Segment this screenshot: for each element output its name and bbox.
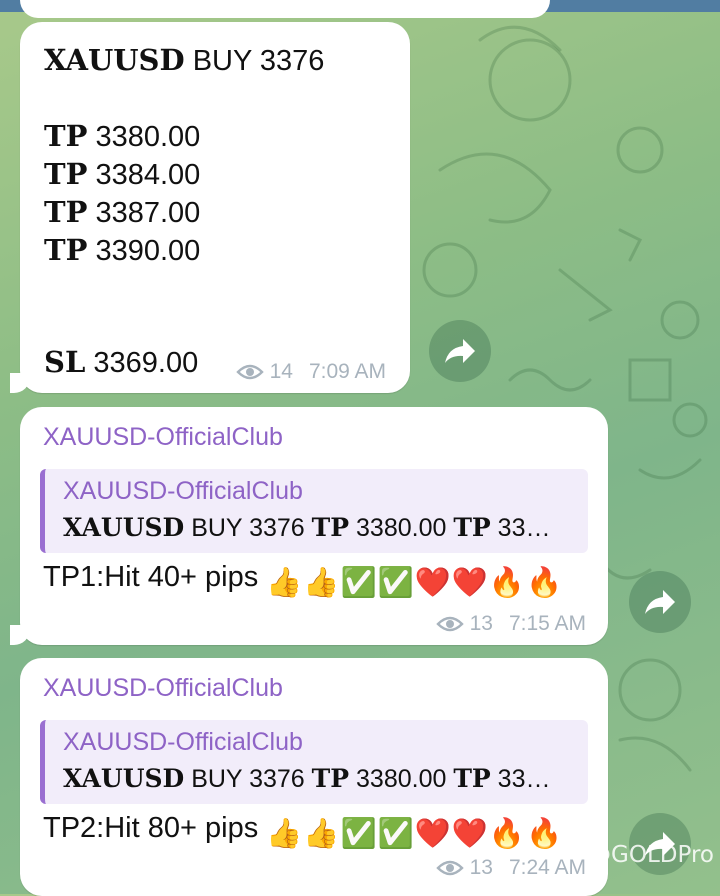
bubble-tail [10,373,30,393]
take-profit-line: TP 3387.00 [44,193,200,232]
quoted-segment: BUY 3376 [184,765,312,793]
quoted-message[interactable]: XAUUSD-OfficialClub XAUUSD BUY 3376 TP 3… [40,469,588,553]
quoted-segment: 33… [490,514,551,542]
tp-label: TP [44,233,88,267]
forward-button[interactable] [629,571,691,633]
quoted-sender: XAUUSD-OfficialClub [63,477,303,505]
check-mark-emoji: ✅ [340,567,377,599]
bubble-tail [10,625,30,645]
stop-loss-line: SL 3369.00 [44,343,198,382]
check-mark-emoji: ✅ [377,567,414,599]
quoted-segment: 3380.00 [349,765,454,793]
quoted-bold: TP [453,513,491,542]
message-meta: 14 7:09 AM [235,360,386,384]
sender-name[interactable]: XAUUSD-OfficialClub [43,674,283,703]
view-count: 13 [469,856,493,879]
view-count: 14 [269,360,293,383]
watermark: @GOLDPro [588,842,714,868]
red-heart-emoji: ❤️ [414,818,451,850]
red-heart-emoji: ❤️ [414,567,451,599]
forward-button[interactable] [429,320,491,382]
tp-value: 3390.00 [95,235,201,267]
fire-emoji: 🔥 [488,567,526,599]
message-text: TP2:Hit 80+ pips 👍👍✅✅❤️❤️🔥🔥 [43,808,583,854]
sl-label: SL [44,345,86,379]
take-profit-line: TP 3384.00 [44,155,200,194]
tp-value: 3384.00 [95,159,201,191]
hit-text: TP2:Hit 80+ pips [43,812,267,844]
quoted-text: XAUUSD BUY 3376 TP 3380.00 TP 33… [63,513,578,543]
quoted-bold: XAUUSD [63,513,185,542]
signal-title: XAUUSD BUY 3376 [44,41,324,80]
quoted-bold: TP [311,764,350,793]
thumbs-up-emoji: 👍 [303,567,340,599]
sl-value: 3369.00 [93,347,199,379]
eye-icon [235,364,264,380]
tp-value: 3380.00 [95,121,201,153]
thumbs-up-emoji: 👍 [303,818,340,850]
quoted-sender: XAUUSD-OfficialClub [63,728,303,756]
quoted-segment: 3380.00 [349,514,454,542]
fire-emoji: 🔥 [526,567,563,599]
quoted-bold: TP [311,513,350,542]
check-mark-emoji: ✅ [340,818,377,850]
quoted-bold: TP [453,764,491,793]
red-heart-emoji: ❤️ [451,567,488,599]
tp-label: TP [44,119,88,153]
view-count: 13 [469,612,493,635]
fire-emoji: 🔥 [526,818,563,850]
message-meta: 13 7:24 AM [435,856,586,880]
quoted-segment: 33… [490,765,551,793]
signal-direction-price: BUY 3376 [184,45,325,77]
message-meta: 13 7:15 AM [435,612,586,636]
take-profit-line: TP 3390.00 [44,231,200,270]
thumbs-up-emoji: 👍 [266,567,303,599]
message-time: 7:24 AM [508,856,586,879]
take-profit-line: TP 3380.00 [44,117,200,156]
forward-arrow-icon [445,339,475,363]
signal-message-bubble[interactable]: XAUUSD BUY 3376 TP 3380.00 TP 3384.00 TP… [10,22,410,393]
eye-icon [435,860,464,876]
reply-message-bubble[interactable]: XAUUSD-OfficialClub XAUUSD-OfficialClub … [10,407,608,645]
fire-emoji: 🔥 [488,818,526,850]
message-time: 7:15 AM [508,612,586,635]
forward-arrow-icon [645,590,675,614]
message-text: TP1:Hit 40+ pips 👍👍✅✅❤️❤️🔥🔥 [43,557,583,603]
tp-value: 3387.00 [95,197,201,229]
message-time: 7:09 AM [308,360,386,383]
tp-label: TP [44,157,88,191]
quoted-message[interactable]: XAUUSD-OfficialClub XAUUSD BUY 3376 TP 3… [40,720,588,804]
previous-message-bubble[interactable] [20,0,550,18]
tp-label: TP [44,195,88,229]
quoted-segment: BUY 3376 [184,514,312,542]
signal-symbol: XAUUSD [44,43,185,77]
eye-icon [435,616,464,632]
thumbs-up-emoji: 👍 [266,818,303,850]
sender-name[interactable]: XAUUSD-OfficialClub [43,423,283,452]
hit-text: TP1:Hit 40+ pips [43,561,267,593]
check-mark-emoji: ✅ [377,818,414,850]
reply-message-bubble[interactable]: XAUUSD-OfficialClub XAUUSD-OfficialClub … [20,658,608,896]
quoted-text: XAUUSD BUY 3376 TP 3380.00 TP 33… [63,764,578,794]
quoted-bold: XAUUSD [63,764,185,793]
red-heart-emoji: ❤️ [451,818,488,850]
